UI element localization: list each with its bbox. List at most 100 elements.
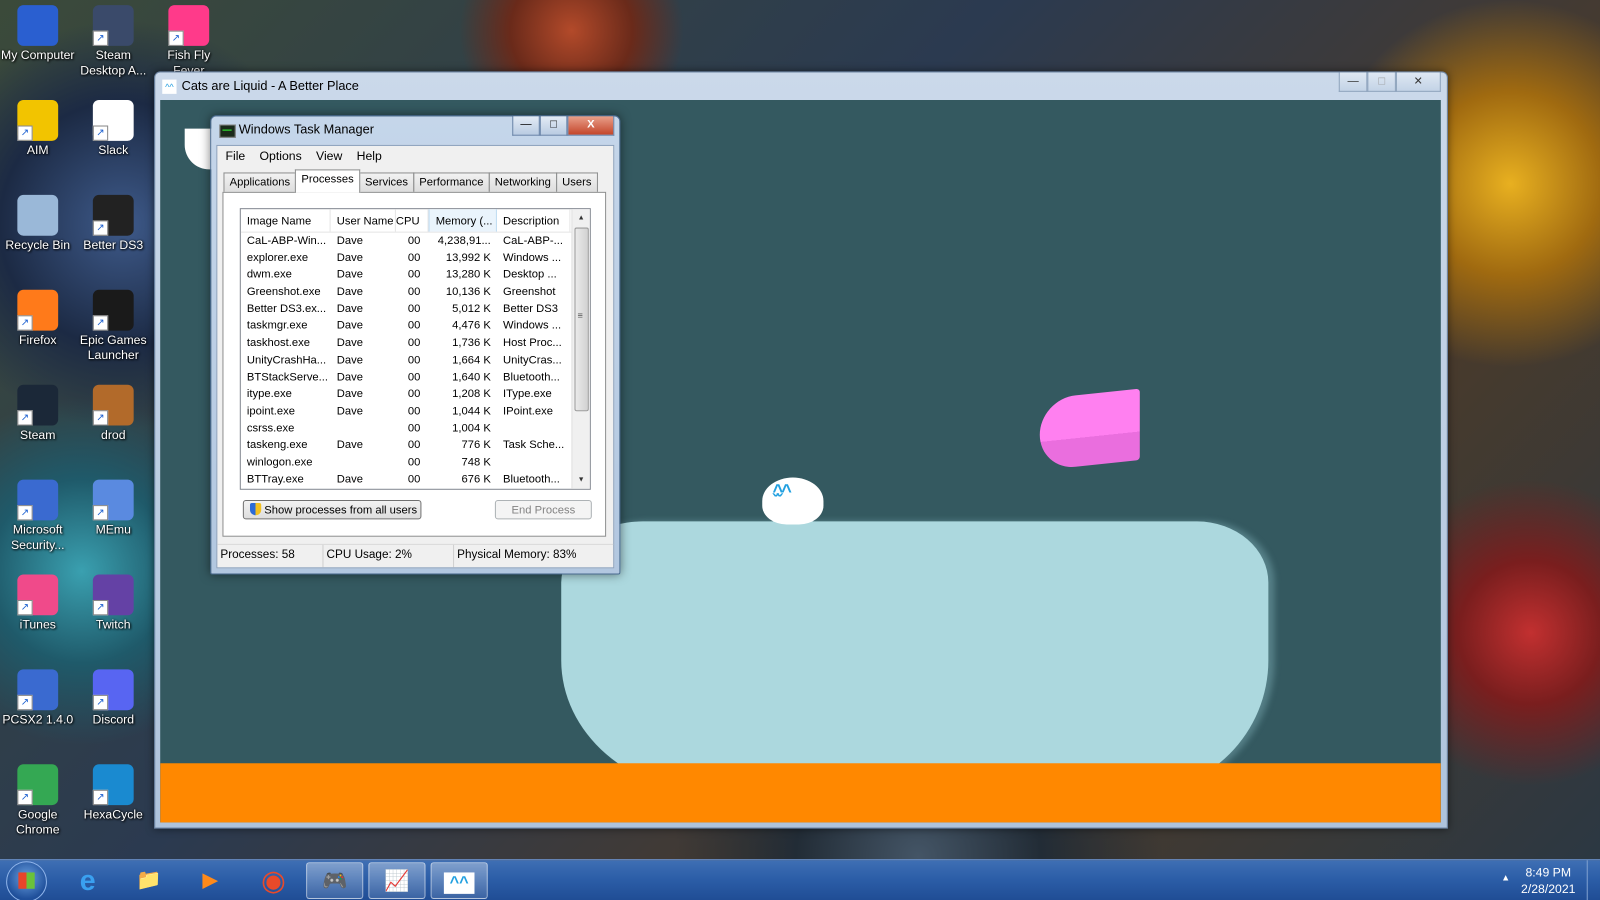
taskbar-chrome[interactable]: ◉ xyxy=(245,862,302,899)
menu-view[interactable]: View xyxy=(310,146,351,166)
shortcut-arrow-icon: ↗ xyxy=(92,505,109,521)
show-hidden-icons-button[interactable]: ▲ xyxy=(1501,872,1510,882)
vertical-scrollbar[interactable]: ▲ ▼ xyxy=(571,209,590,489)
desktop-icon-firefox[interactable]: ↗ Firefox xyxy=(0,289,76,348)
shortcut-arrow-icon: ↗ xyxy=(92,125,109,141)
taskbar-internet-explorer[interactable]: e xyxy=(59,862,116,899)
maximize-button[interactable]: □ xyxy=(1367,72,1396,92)
process-row[interactable]: CaL-ABP-Win... Dave 00 4,238,91... CaL-ABP-.… xyxy=(241,233,590,250)
process-user: Dave xyxy=(336,234,363,247)
desktop-icon-my-computer[interactable]: My Computer xyxy=(0,5,76,63)
desktop-icon-better-ds3[interactable]: ↗ Better DS3 xyxy=(76,194,152,253)
desktop-icon-label: Google Chrome xyxy=(15,807,60,837)
show-desktop-button[interactable] xyxy=(1586,860,1600,900)
close-button[interactable]: ✕ xyxy=(1395,72,1441,92)
desktop-icon-steam-desktop-a[interactable]: ↗ Steam Desktop A... xyxy=(76,5,152,78)
process-memory: 776 K xyxy=(461,439,491,452)
process-row[interactable]: explorer.exe Dave 00 13,992 K Windows ... xyxy=(241,250,590,267)
desktop-icon-hexacycle[interactable]: ↗ HexaCycle xyxy=(76,764,152,822)
process-row[interactable]: taskeng.exe Dave 00 776 K Task Sche... xyxy=(241,437,590,454)
start-button[interactable] xyxy=(6,861,47,900)
process-description: Bluetooth... xyxy=(503,473,560,486)
process-row[interactable]: BTTray.exe Dave 00 676 K Bluetooth... xyxy=(241,471,590,488)
desktop-icon-microsoft-security[interactable]: ↗ Microsoft Security... xyxy=(0,479,76,553)
process-name: Better DS3.ex... xyxy=(246,302,327,316)
process-name: explorer.exe xyxy=(246,251,309,264)
show-all-processes-button[interactable]: Show processes from all users xyxy=(242,499,422,520)
tab-applications[interactable]: Applications xyxy=(223,172,297,193)
desktop-icon-aim[interactable]: ↗ AIM xyxy=(0,99,76,158)
orange-floor xyxy=(160,763,1441,823)
process-description: Greenshot xyxy=(503,285,556,299)
process-description: Bluetooth... xyxy=(503,370,560,384)
process-rows: CaL-ABP-Win... Dave 00 4,238,91... CaL-ABP-.… xyxy=(241,233,590,488)
ps2-icon: ↗ xyxy=(17,669,59,711)
menu-options[interactable]: Options xyxy=(253,146,309,166)
desktop-icon-twitch[interactable]: ↗ Twitch xyxy=(76,574,152,632)
process-user: Dave xyxy=(336,268,363,281)
process-memory: 4,238,91... xyxy=(437,234,491,247)
menu-file[interactable]: File xyxy=(219,146,253,166)
column-cpu[interactable]: CPU xyxy=(396,209,429,232)
chrome-icon: ↗ xyxy=(17,764,59,806)
scroll-down-icon[interactable]: ▼ xyxy=(572,471,589,488)
column-description[interactable]: Description xyxy=(497,209,571,232)
process-row[interactable]: ipoint.exe Dave 00 1,044 K IPoint.exe xyxy=(241,403,590,420)
process-name: winlogon.exe xyxy=(246,456,313,469)
tab-processes[interactable]: Processes xyxy=(295,169,360,193)
desktop-icon-pcsx2-1-4-0[interactable]: ↗ PCSX2 1.4.0 xyxy=(0,669,76,727)
taskbar-media-player[interactable]: ▶ xyxy=(182,862,239,899)
taskbar-cats-are-liquid[interactable]: ^^ xyxy=(430,862,488,899)
process-user: Dave xyxy=(336,404,363,418)
desktop-icon-label: AIM xyxy=(26,142,49,158)
tab-networking[interactable]: Networking xyxy=(488,172,558,193)
process-row[interactable]: taskhost.exe Dave 00 1,736 K Host Proc... xyxy=(241,335,590,352)
desktop-icon-memu[interactable]: ↗ MEmu xyxy=(76,479,152,538)
process-row[interactable]: dwm.exe Dave 00 13,280 K Desktop ... xyxy=(241,267,590,284)
process-cpu: 00 xyxy=(407,268,421,281)
desktop-icon-recycle-bin[interactable]: Recycle Bin xyxy=(0,194,76,253)
taskbar-better-ds3[interactable]: 🎮 xyxy=(306,862,364,899)
desktop-icon-epic-games-launcher[interactable]: ↗ Epic Games Launcher xyxy=(76,289,152,363)
desktop-icon-google-chrome[interactable]: ↗ Google Chrome xyxy=(0,764,76,837)
maximize-button[interactable]: □ xyxy=(539,116,568,136)
lock-icon: ↗ xyxy=(92,5,134,46)
scrollbar-thumb[interactable] xyxy=(574,227,589,412)
column-memory[interactable]: Memory (... xyxy=(428,209,497,232)
desktop-icon-discord[interactable]: ↗ Discord xyxy=(76,669,152,727)
menu-help[interactable]: Help xyxy=(351,146,390,166)
process-row[interactable]: itype.exe Dave 00 1,208 K IType.exe xyxy=(241,386,590,403)
desktop-icon-itunes[interactable]: ↗ iTunes xyxy=(0,574,76,632)
desktop-icon-drod[interactable]: ↗ drod xyxy=(76,384,152,443)
tab-users[interactable]: Users xyxy=(556,172,598,193)
minimize-button[interactable]: — xyxy=(512,116,540,136)
music-note-icon: ↗ xyxy=(17,574,59,616)
end-process-button[interactable]: End Process xyxy=(494,499,592,520)
clock[interactable]: 8:49 PM 2/28/2021 xyxy=(1521,864,1575,897)
process-row[interactable]: csrss.exe 00 1,004 K xyxy=(241,420,590,437)
shortcut-arrow-icon: ↗ xyxy=(17,789,33,806)
process-row[interactable]: Better DS3.ex... Dave 00 5,012 K Better DS3 xyxy=(241,301,590,318)
process-row[interactable]: Greenshot.exe Dave 00 10,136 K Greenshot xyxy=(241,284,590,301)
process-row[interactable]: winlogon.exe 00 748 K xyxy=(241,454,590,471)
process-row[interactable]: BTStackServe... Dave 00 1,640 K Bluetooth... xyxy=(241,369,590,386)
tab-services[interactable]: Services xyxy=(358,172,415,193)
process-user xyxy=(331,454,396,471)
process-memory: 10,136 K xyxy=(445,285,491,299)
taskbar-file-explorer[interactable]: 📁 xyxy=(120,862,177,899)
taskbar-task-manager[interactable]: 📈 xyxy=(368,862,426,899)
close-button[interactable]: X xyxy=(567,116,615,136)
desktop-icon-slack[interactable]: ↗ Slack xyxy=(76,99,152,158)
process-list[interactable]: Image Name User Name CPU Memory (... Des… xyxy=(239,208,591,490)
file-explorer-icon: 📁 xyxy=(136,869,162,892)
scroll-up-icon[interactable]: ▲ xyxy=(572,209,589,226)
tab-performance[interactable]: Performance xyxy=(413,172,490,193)
desktop-icon-steam[interactable]: ↗ Steam xyxy=(0,384,76,443)
minimize-button[interactable]: — xyxy=(1338,72,1368,92)
process-row[interactable]: taskmgr.exe Dave 00 4,476 K Windows ... xyxy=(241,318,590,335)
column-image-name[interactable]: Image Name xyxy=(241,209,331,232)
column-user-name[interactable]: User Name xyxy=(331,209,396,232)
process-row[interactable]: UnityCrashHa... Dave 00 1,664 K UnityCras... xyxy=(241,352,590,369)
desktop: My Computer ↗ Steam Desktop A... ↗ Fish Fly … xyxy=(0,0,1600,900)
uac-shield-icon xyxy=(249,503,262,516)
